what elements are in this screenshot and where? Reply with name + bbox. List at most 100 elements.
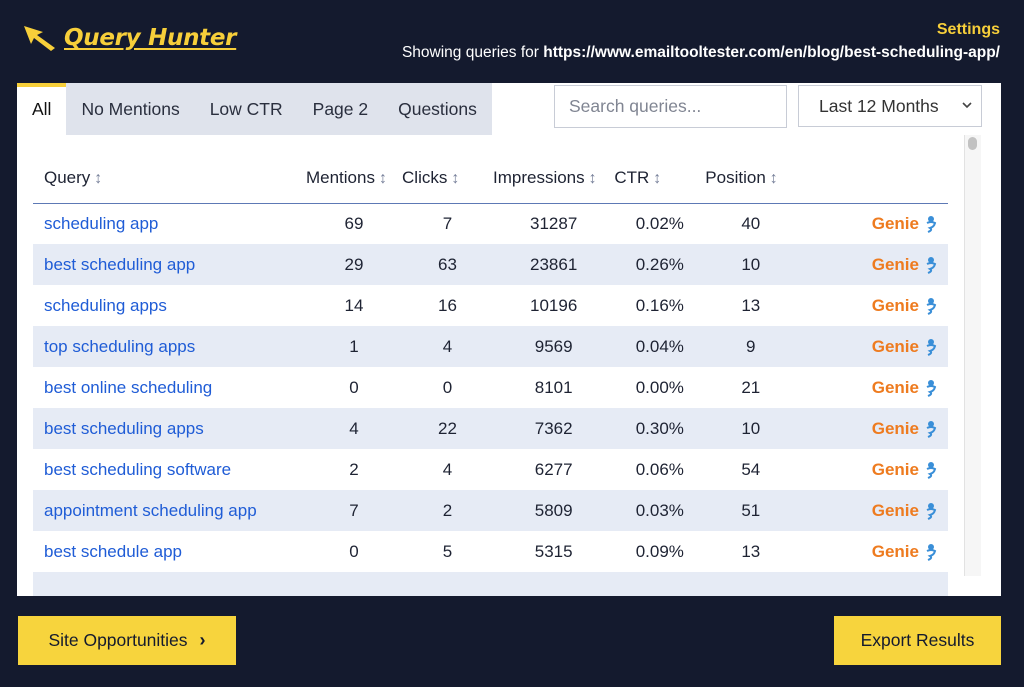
position-cell: 9 <box>705 326 797 367</box>
tab-no-mentions[interactable]: No Mentions <box>66 83 194 135</box>
column-header-query[interactable]: Query ↕ <box>33 153 306 204</box>
impressions-cell: 5315 <box>534 541 573 561</box>
sort-icon: ↕ <box>653 169 662 187</box>
query-link[interactable]: top scheduling apps <box>44 337 195 356</box>
date-range-select[interactable]: Last 12 Months <box>798 85 982 127</box>
site-url: https://www.emailtooltester.com/en/blog/… <box>543 44 1000 61</box>
tab-low-ctr[interactable]: Low CTR <box>195 83 298 135</box>
clicks-cell: 5 <box>442 541 453 561</box>
tab-all[interactable]: All <box>17 83 67 135</box>
position-cell <box>705 572 797 596</box>
genie-button[interactable]: Genie <box>872 337 938 357</box>
table-row: best scheduling app 29 63 23861 0.26% 10 Genie <box>33 244 948 285</box>
genie-button[interactable]: Genie <box>872 378 938 398</box>
genie-cell: Genie <box>796 408 948 449</box>
column-header-impressions[interactable]: Impressions ↕ <box>493 153 615 204</box>
export-results-label: Export Results <box>860 630 975 650</box>
genie-label: Genie <box>871 254 919 274</box>
showing-queries-text: Showing queries for https://www.emailtoo… <box>402 44 1000 62</box>
site-opportunities-label: Site Opportunities <box>48 630 188 650</box>
filter-tabs: All No Mentions Low CTR Page 2 Questions <box>17 83 492 135</box>
genie-label: Genie <box>871 295 919 315</box>
table-row: scheduling apps 14 16 10196 0.16% 13 Genie <box>33 285 948 326</box>
ctr-cell: 0.00% <box>635 377 684 397</box>
table-row <box>33 572 948 596</box>
clicks-cell: 4 <box>442 459 453 479</box>
ctr-cell: 0.09% <box>635 541 684 561</box>
table-row: top scheduling apps 1 4 9569 0.04% 9 Genie <box>33 326 948 367</box>
position-cell: 10 <box>705 244 797 285</box>
results-panel: All No Mentions Low CTR Page 2 Questions… <box>17 83 1001 596</box>
impressions-cell: 8101 <box>534 377 573 397</box>
column-header-clicks[interactable]: Clicks ↕ <box>402 153 493 204</box>
genie-icon <box>926 338 937 356</box>
column-header-mentions[interactable]: Mentions ↕ <box>305 153 403 204</box>
column-header-position[interactable]: Position ↕ <box>705 153 797 204</box>
impressions-cell: 5809 <box>493 490 615 531</box>
impressions-cell: 6277 <box>534 459 573 479</box>
query-link[interactable]: best scheduling apps <box>44 419 204 438</box>
column-header-ctr[interactable]: CTR ↕ <box>614 153 706 204</box>
genie-icon <box>926 256 937 274</box>
impressions-cell: 31287 <box>530 213 578 233</box>
position-cell: 40 <box>741 213 761 233</box>
genie-button[interactable]: Genie <box>872 542 938 562</box>
position-cell: 10 <box>705 408 797 449</box>
genie-button[interactable]: Genie <box>872 460 938 480</box>
chevron-down-icon <box>962 102 972 109</box>
position-cell: 13 <box>741 295 761 315</box>
sort-icon: ↕ <box>769 169 778 187</box>
sort-icon: ↕ <box>451 169 460 187</box>
ctr-cell: 0.30% <box>614 408 706 449</box>
query-link[interactable]: scheduling app <box>44 214 158 233</box>
table-row: appointment scheduling app 7 2 5809 0.03% 51 G… <box>33 490 948 531</box>
chevron-right-icon: › <box>199 630 206 650</box>
clicks-cell: 7 <box>442 213 453 233</box>
query-link[interactable]: scheduling apps <box>44 296 167 315</box>
genie-button[interactable]: Genie <box>872 214 938 234</box>
genie-label: Genie <box>871 459 919 479</box>
position-cell: 13 <box>741 541 761 561</box>
genie-button[interactable]: Genie <box>872 296 938 316</box>
site-opportunities-button[interactable]: Site Opportunities › <box>18 616 236 665</box>
ctr-cell: 0.26% <box>614 244 706 285</box>
query-link[interactable]: best scheduling app <box>44 255 195 274</box>
search-input[interactable] <box>554 85 787 128</box>
ctr-cell: 0.06% <box>635 459 684 479</box>
sort-icon: ↕ <box>94 169 103 187</box>
tab-page-2[interactable]: Page 2 <box>298 83 383 135</box>
genie-icon <box>926 215 937 233</box>
ctr-cell: 0.02% <box>635 213 684 233</box>
queries-table: Query ↕ Mentions ↕ Clicks ↕ Impressions ↕ CT… <box>33 153 948 596</box>
export-results-button[interactable]: Export Results <box>834 616 1001 665</box>
genie-button[interactable]: Genie <box>872 419 938 439</box>
settings-link[interactable]: Settings <box>937 21 1000 39</box>
clicks-cell <box>402 572 493 596</box>
query-link[interactable]: best scheduling software <box>44 460 231 479</box>
genie-button[interactable]: Genie <box>872 501 938 521</box>
query-link[interactable]: best schedule app <box>44 542 182 561</box>
genie-icon <box>926 461 937 479</box>
genie-label: Genie <box>871 541 919 561</box>
mentions-cell: 1 <box>305 326 403 367</box>
impressions-cell <box>493 572 615 596</box>
impressions-cell: 7362 <box>493 408 615 449</box>
genie-cell <box>796 572 948 596</box>
genie-cell: Genie <box>796 531 948 572</box>
genie-cell: Genie <box>796 490 948 531</box>
query-link[interactable]: best online scheduling <box>44 378 212 397</box>
genie-button[interactable]: Genie <box>872 255 938 275</box>
impressions-cell: 10196 <box>530 295 578 315</box>
mentions-cell: 29 <box>305 244 403 285</box>
mentions-cell: 4 <box>305 408 403 449</box>
table-row: best scheduling apps 4 22 7362 0.30% 10 Genie <box>33 408 948 449</box>
scrollbar[interactable] <box>964 135 981 576</box>
mentions-cell: 0 <box>349 541 359 561</box>
tab-questions[interactable]: Questions <box>383 83 492 135</box>
genie-cell: Genie <box>796 285 948 326</box>
impressions-cell: 9569 <box>493 326 615 367</box>
date-range-value: Last 12 Months <box>819 95 939 116</box>
query-link[interactable]: appointment scheduling app <box>44 501 257 520</box>
scroll-thumb[interactable] <box>968 137 977 150</box>
cursor-logo-icon <box>24 26 55 51</box>
